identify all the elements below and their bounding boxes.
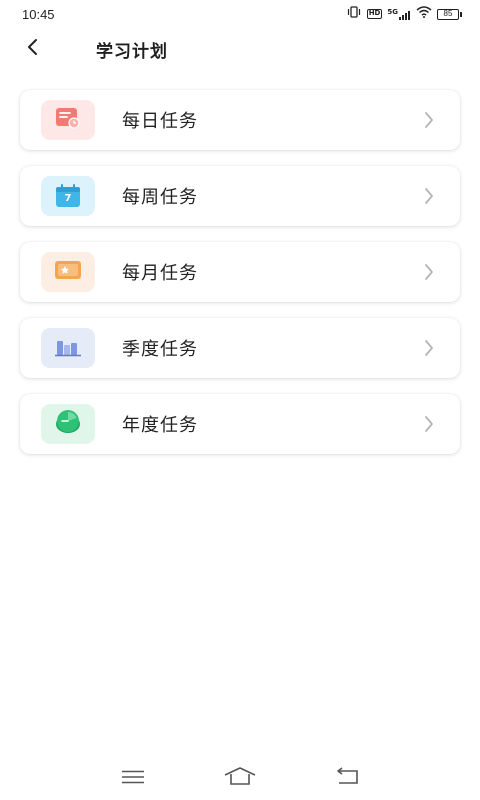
vibrate-icon — [346, 6, 362, 22]
monthly-icon-tile — [41, 252, 95, 292]
status-icons: HD 5G 85 — [346, 6, 462, 22]
task-item-quarterly[interactable]: 季度任务 — [20, 318, 460, 378]
task-label: 每月任务 — [122, 263, 198, 284]
back-icon — [334, 767, 360, 789]
task-label: 每周任务 — [122, 187, 198, 208]
daily-calendar-icon — [55, 107, 81, 133]
annual-pie-chart-icon — [54, 409, 82, 439]
home-icon — [224, 767, 256, 789]
chevron-right-icon — [424, 187, 434, 209]
chevron-right-icon — [424, 415, 434, 437]
back-nav-button[interactable] — [327, 763, 367, 793]
annual-icon-tile — [41, 404, 95, 444]
battery-level: 85 — [437, 8, 459, 20]
network-type-label: 5G — [387, 8, 398, 16]
monthly-star-icon — [54, 259, 82, 285]
task-label: 年度任务 — [122, 415, 198, 436]
system-nav-bar — [0, 756, 480, 800]
header: 学习计划 — [0, 28, 480, 70]
task-label: 季度任务 — [122, 339, 198, 360]
wifi-icon — [416, 6, 432, 22]
menu-button[interactable] — [113, 763, 153, 793]
task-item-weekly[interactable]: 7 每周任务 — [20, 166, 460, 226]
signal-icon: 5G — [387, 8, 411, 20]
task-item-daily[interactable]: 每日任务 — [20, 90, 460, 150]
quarterly-icon-tile — [41, 328, 95, 368]
home-button[interactable] — [220, 763, 260, 793]
battery-icon: 85 — [437, 8, 462, 20]
chevron-left-icon — [26, 38, 38, 60]
task-label: 每日任务 — [122, 111, 198, 132]
weekly-icon-tile: 7 — [41, 176, 95, 216]
menu-icon — [121, 769, 145, 788]
task-item-monthly[interactable]: 每月任务 — [20, 242, 460, 302]
weekly-calendar-icon: 7 — [55, 184, 81, 208]
weekly-icon-text: 7 — [64, 193, 72, 204]
back-button[interactable] — [0, 28, 60, 70]
chevron-right-icon — [424, 111, 434, 133]
page-title: 学习计划 — [96, 41, 168, 62]
chevron-right-icon — [424, 263, 434, 285]
status-bar: 10:45 HD 5G 85 — [0, 0, 480, 28]
task-list: 每日任务 7 每周任务 每月任务 季度任务 年度任务 — [20, 90, 460, 470]
daily-icon-tile — [41, 100, 95, 140]
status-time: 10:45 — [22, 6, 55, 22]
task-item-annual[interactable]: 年度任务 — [20, 394, 460, 454]
quarterly-bar-chart-icon — [54, 335, 82, 361]
hd-icon: HD — [366, 9, 383, 19]
chevron-right-icon — [424, 339, 434, 361]
